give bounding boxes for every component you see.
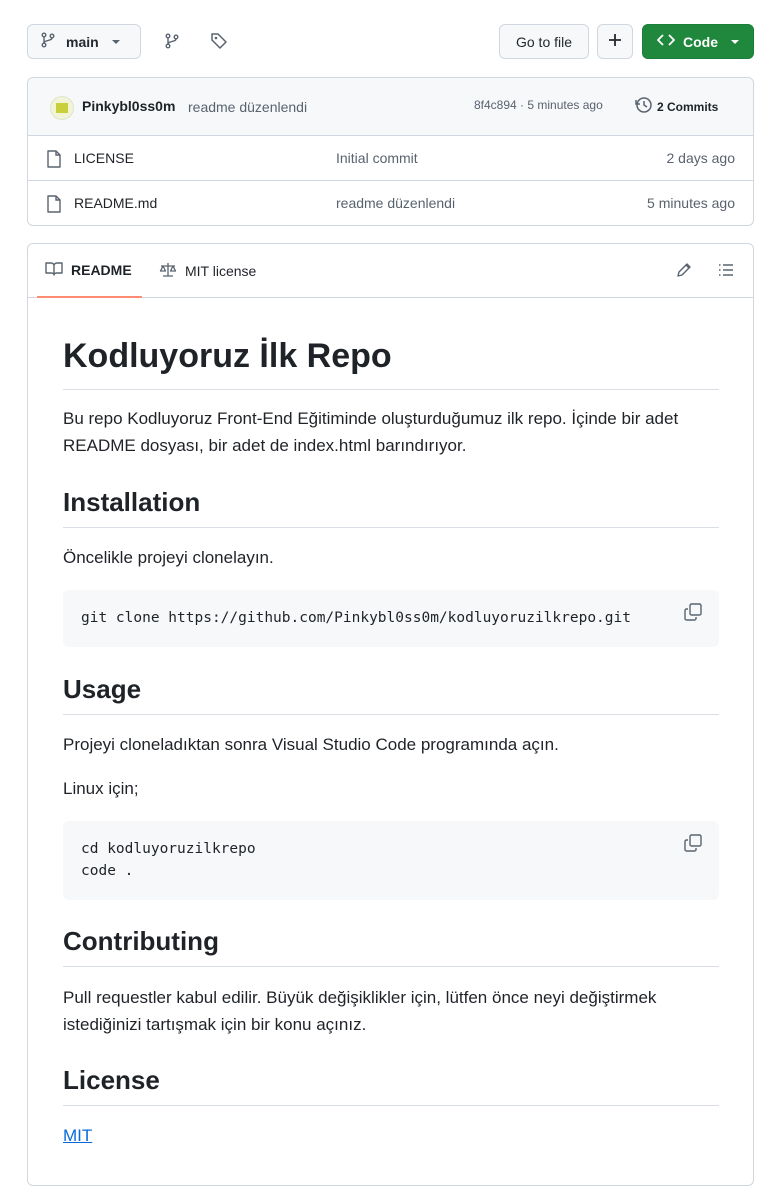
- code-button[interactable]: Code: [642, 24, 754, 59]
- branch-name: main: [66, 33, 99, 50]
- installation-text: Öncelikle projeyi clonelayın.: [63, 548, 274, 567]
- linux-text: Linux için;: [63, 779, 139, 798]
- edit-file-button[interactable]: [674, 261, 694, 281]
- copy-button[interactable]: [683, 603, 703, 625]
- book-icon: [45, 261, 71, 280]
- latest-commit-bar: Pinkybl0ss0m readme düzenlendi 8f4c894 ·…: [28, 78, 753, 136]
- intro-line: README dosyası, bir adet de index.html b…: [63, 436, 467, 455]
- plus-icon: [608, 33, 622, 50]
- pencil-icon: [676, 262, 692, 281]
- tab-license-label: MIT license: [185, 263, 257, 279]
- license-paragraph: MIT: [63, 1122, 719, 1149]
- commits-history-link[interactable]: 2 Commits: [635, 96, 718, 117]
- branches-icon: [164, 33, 180, 52]
- go-to-file-button[interactable]: Go to file: [499, 24, 589, 59]
- intro-line: Bu repo Kodluyoruz Front-End Eğitiminde …: [63, 409, 679, 428]
- code-line: code .: [81, 863, 134, 879]
- intro-paragraph: Bu repo Kodluyoruz Front-End Eğitiminde …: [63, 405, 719, 459]
- chevron-down-icon: [730, 34, 740, 50]
- file-name[interactable]: LICENSE: [74, 150, 134, 166]
- chevron-down-icon: [111, 34, 121, 50]
- git-branch-icon: [40, 32, 56, 51]
- tab-readme[interactable]: README: [37, 244, 142, 298]
- file-commit-message[interactable]: readme düzenlendi: [336, 195, 455, 211]
- license-heading: License: [63, 1064, 719, 1106]
- usage-code-block: cd kodluyoruzilkrepo code .: [63, 821, 719, 900]
- file-browser: Pinkybl0ss0m readme düzenlendi 8f4c894 ·…: [27, 77, 754, 226]
- file-age: 5 minutes ago: [647, 195, 735, 211]
- contributing-line: Pull requestler kabul edilir. Büyük deği…: [63, 988, 657, 1007]
- readme-panel: README MIT license Kodluyoruz İlk Repo B…: [27, 243, 754, 1186]
- table-row: README.md readme düzenlendi 5 minutes ag…: [28, 181, 753, 225]
- license-link[interactable]: MIT: [63, 1126, 92, 1145]
- tab-license[interactable]: MIT license: [159, 244, 256, 298]
- add-file-button[interactable]: [597, 24, 633, 59]
- branch-select-button[interactable]: main: [27, 24, 141, 59]
- usage-heading: Usage: [63, 673, 719, 715]
- commits-count: 2 Commits: [657, 99, 719, 114]
- copy-button[interactable]: [683, 834, 703, 856]
- tags-button[interactable]: [206, 29, 232, 55]
- repo-toolbar: main Go to file Code: [27, 24, 754, 60]
- outline-button[interactable]: [716, 261, 736, 281]
- code-icon: [657, 33, 675, 50]
- contributing-paragraph: Pull requestler kabul edilir. Büyük deği…: [63, 984, 719, 1038]
- readme-header: README MIT license: [28, 244, 753, 298]
- contributing-heading: Contributing: [63, 925, 719, 967]
- list-icon: [718, 263, 734, 280]
- usage-text: Projeyi cloneladıktan sonra Visual Studi…: [63, 735, 559, 754]
- table-row: LICENSE Initial commit 2 days ago: [28, 136, 753, 181]
- tag-icon: [210, 32, 228, 53]
- installation-code-block: git clone https://github.com/Pinkybl0ss0…: [63, 590, 719, 647]
- copy-icon: [684, 834, 702, 856]
- law-icon: [159, 262, 185, 281]
- commit-meta[interactable]: 8f4c894 · 5 minutes ago: [474, 98, 603, 112]
- tab-readme-label: README: [71, 262, 132, 278]
- commit-author[interactable]: Pinkybl0ss0m: [82, 98, 175, 114]
- commit-message[interactable]: readme düzenlendi: [188, 99, 307, 115]
- copy-icon: [684, 603, 702, 625]
- branches-button[interactable]: [159, 29, 185, 55]
- code-line: cd kodluyoruzilkrepo: [81, 841, 256, 857]
- avatar[interactable]: [50, 96, 74, 120]
- file-commit-message[interactable]: Initial commit: [336, 150, 418, 166]
- code-button-label: Code: [683, 33, 718, 50]
- contributing-line: istediğinizi tartışmak için bir konu açı…: [63, 1015, 367, 1034]
- history-icon: [635, 96, 657, 117]
- file-icon: [46, 195, 62, 216]
- file-name[interactable]: README.md: [74, 195, 157, 211]
- file-icon: [46, 150, 62, 171]
- page-title: Kodluyoruz İlk Repo: [63, 336, 719, 390]
- installation-heading: Installation: [63, 486, 719, 528]
- file-age: 2 days ago: [666, 150, 736, 166]
- code-line: git clone https://github.com/Pinkybl0ss0…: [81, 610, 631, 626]
